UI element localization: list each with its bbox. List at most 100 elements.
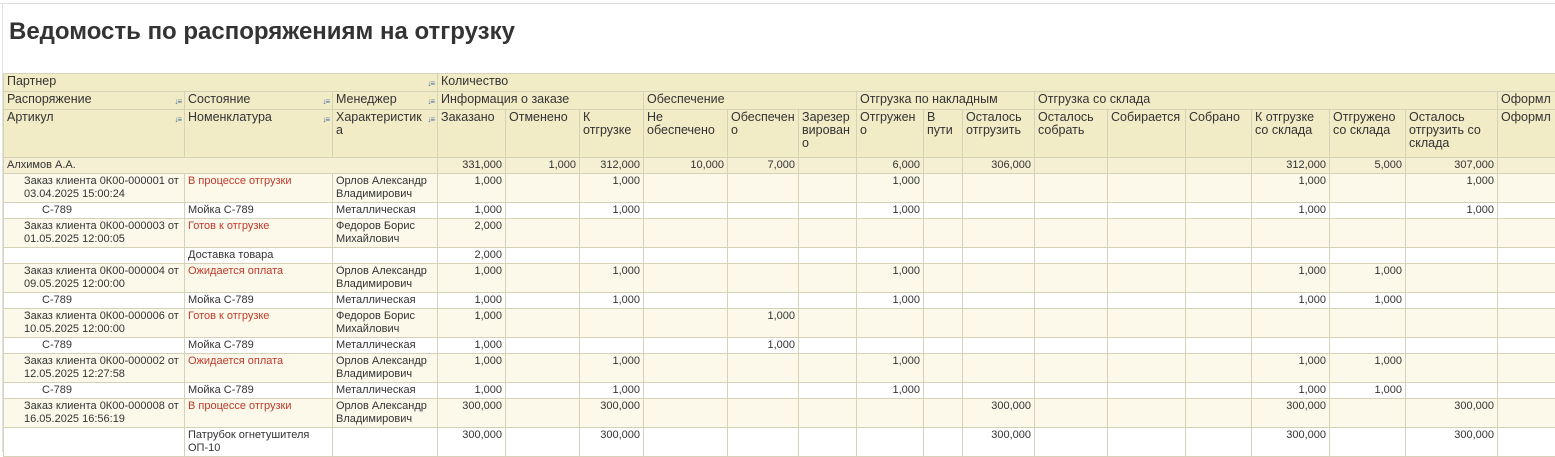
- value-cell: [644, 399, 728, 428]
- value-cell: [963, 174, 1035, 203]
- value-cell: [1406, 354, 1498, 383]
- value-cell: [1108, 174, 1186, 203]
- value-cell: [1252, 248, 1330, 264]
- value-cell: 1,000: [857, 174, 924, 203]
- sort-icon[interactable]: ↓≡: [322, 95, 329, 108]
- group-value: 1,000: [506, 158, 580, 174]
- value-cell: [1186, 219, 1252, 248]
- article-cell: [4, 248, 185, 264]
- value-cell: [1252, 338, 1330, 354]
- sort-icon[interactable]: ↓≡: [322, 113, 329, 126]
- value-cell: 1,000: [1406, 174, 1498, 203]
- value-cell: [857, 428, 924, 457]
- value-cell: 1,000: [438, 264, 506, 293]
- order-doc-cell: Заказ клиента 0К00-000008 от 16.05.2025 …: [4, 399, 185, 428]
- value-cell: [1108, 248, 1186, 264]
- value-cell: [924, 248, 963, 264]
- header-nomenclature[interactable]: Номенклатура↓≡: [185, 110, 333, 158]
- header-state[interactable]: Состояние↓≡: [185, 92, 333, 110]
- order-row[interactable]: Заказ клиента 0К00-000004 от 09.05.2025 …: [4, 264, 1555, 293]
- item-row[interactable]: С-789Мойка С-789Металлическая1,0001,0001…: [4, 383, 1555, 399]
- value-cell: [644, 203, 728, 219]
- header-quantity: Количество: [438, 74, 1555, 92]
- value-cell: [506, 248, 580, 264]
- group-value: 10,000: [644, 158, 728, 174]
- sort-icon[interactable]: ↓≡: [427, 95, 434, 108]
- order-doc-cell: Заказ клиента 0К00-000002 от 12.05.2025 …: [4, 354, 185, 383]
- value-cell: 300,000: [963, 428, 1035, 457]
- state-cell: В процессе отгрузки: [185, 399, 333, 428]
- header-characteristic[interactable]: ↓≡Характеристика: [333, 110, 438, 158]
- value-cell: [728, 174, 799, 203]
- value-cell: [799, 264, 857, 293]
- value-cell: [857, 219, 924, 248]
- order-row[interactable]: Заказ клиента 0К00-000002 от 12.05.2025 …: [4, 354, 1555, 383]
- item-row[interactable]: С-789Мойка С-789Металлическая1,0001,000: [4, 338, 1555, 354]
- value-cell: 1,000: [857, 293, 924, 309]
- value-cell: [1498, 203, 1555, 219]
- value-cell: [1330, 338, 1406, 354]
- header-provision: Обеспечение: [644, 92, 857, 110]
- value-cell: [799, 293, 857, 309]
- value-cell: [963, 338, 1035, 354]
- value-cell: [1406, 264, 1498, 293]
- value-cell: [644, 383, 728, 399]
- group-value: 312,000: [1252, 158, 1330, 174]
- header-ship-warehouse: Отгрузка со склада: [1035, 92, 1498, 110]
- group-value: 312,000: [580, 158, 644, 174]
- item-row[interactable]: С-789Мойка С-789Металлическая1,0001,0001…: [4, 203, 1555, 219]
- value-cell: 1,000: [1252, 203, 1330, 219]
- value-cell: [924, 174, 963, 203]
- header-left-collect: Осталось собрать: [1035, 110, 1108, 158]
- order-row[interactable]: Заказ клиента 0К00-000008 от 16.05.2025 …: [4, 399, 1555, 428]
- value-cell: [1186, 338, 1252, 354]
- header-ordered: Заказано: [438, 110, 506, 158]
- value-cell: [1186, 428, 1252, 457]
- sort-icon[interactable]: ↓≡: [427, 113, 434, 126]
- header-manager[interactable]: Менеджер↓≡: [333, 92, 438, 110]
- group-row[interactable]: Алхимов А.А. 331,0001,000312,00010,0007,…: [4, 158, 1555, 174]
- report-table[interactable]: Партнер↓≡ Количество Распоряжение↓≡ Сост…: [3, 73, 1555, 457]
- value-cell: [506, 428, 580, 457]
- header-left-ship: Осталось отгрузить: [963, 110, 1035, 158]
- sort-icon[interactable]: ↓≡: [174, 95, 181, 108]
- order-row[interactable]: Заказ клиента 0К00-000003 от 01.05.2025 …: [4, 219, 1555, 248]
- sort-icon[interactable]: ↓≡: [174, 113, 181, 126]
- value-cell: 1,000: [857, 354, 924, 383]
- order-row[interactable]: Заказ клиента 0К00-000001 от 03.04.2025 …: [4, 174, 1555, 203]
- value-cell: [1035, 293, 1108, 309]
- group-value: [1498, 158, 1555, 174]
- report-body: Заказ клиента 0К00-000001 от 03.04.2025 …: [4, 174, 1555, 457]
- order-row[interactable]: Заказ клиента 0К00-000006 от 10.05.2025 …: [4, 309, 1555, 338]
- nomenclature-cell: Мойка С-789: [185, 203, 333, 219]
- item-row[interactable]: Доставка товара2,000: [4, 248, 1555, 264]
- header-row-3: Артикул↓≡ Номенклатура↓≡ ↓≡Характеристик…: [4, 110, 1555, 158]
- value-cell: [1498, 399, 1555, 428]
- value-cell: [1186, 248, 1252, 264]
- item-row[interactable]: Патрубок огнетушителя ОП-10300,000300,00…: [4, 428, 1555, 457]
- value-cell: [580, 248, 644, 264]
- nomenclature-cell: Мойка С-789: [185, 293, 333, 309]
- value-cell: [1035, 338, 1108, 354]
- value-cell: 300,000: [963, 399, 1035, 428]
- nomenclature-cell: Мойка С-789: [185, 383, 333, 399]
- value-cell: [506, 174, 580, 203]
- value-cell: [924, 264, 963, 293]
- item-row[interactable]: С-789Мойка С-789Металлическая1,0001,0001…: [4, 293, 1555, 309]
- value-cell: [799, 428, 857, 457]
- header-article[interactable]: Артикул↓≡: [4, 110, 185, 158]
- sort-icon[interactable]: ↓≡: [427, 77, 434, 90]
- value-cell: 1,000: [1330, 293, 1406, 309]
- value-cell: [857, 309, 924, 338]
- value-cell: [1498, 248, 1555, 264]
- value-cell: [1330, 428, 1406, 457]
- value-cell: [799, 309, 857, 338]
- value-cell: [799, 383, 857, 399]
- value-cell: [1498, 219, 1555, 248]
- header-partner[interactable]: Партнер↓≡: [4, 74, 438, 92]
- value-cell: 1,000: [1330, 354, 1406, 383]
- value-cell: 1,000: [1252, 264, 1330, 293]
- value-cell: 300,000: [438, 428, 506, 457]
- header-order-doc[interactable]: Распоряжение↓≡: [4, 92, 185, 110]
- article-cell: С-789: [4, 293, 185, 309]
